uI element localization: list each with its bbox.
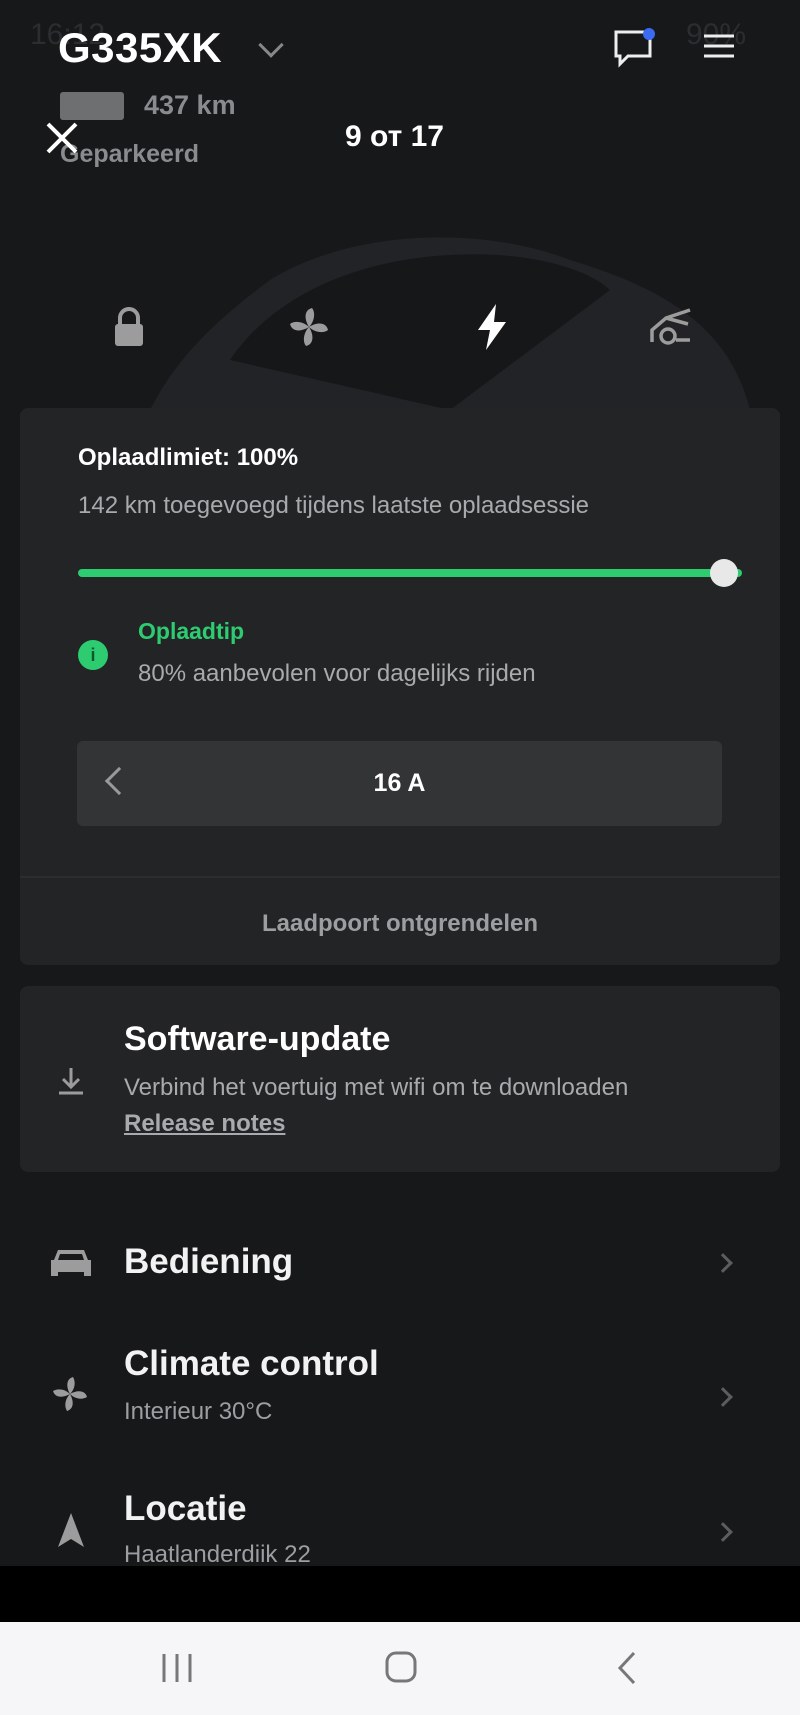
black-bar xyxy=(0,1566,800,1622)
divider xyxy=(20,876,780,878)
charging-card: Oplaadlimiet: 100% 142 km toegevoegd tij… xyxy=(20,408,780,965)
fan-icon xyxy=(53,1377,87,1411)
android-nav-bar xyxy=(0,1622,800,1715)
menu-item-subtitle: Haatlanderdiik 22 xyxy=(124,1541,311,1567)
software-text: Verbind het voertuig met wifi om te down… xyxy=(124,1074,629,1101)
back-icon[interactable] xyxy=(614,1650,640,1686)
bolt-icon[interactable] xyxy=(474,302,510,352)
menu-item-locatie[interactable]: Locatie Haatlanderdiik 22 xyxy=(0,1475,800,1567)
tip-text: 80% aanbevolen voor dagelijks rijden xyxy=(138,660,536,687)
close-icon[interactable] xyxy=(44,120,80,156)
info-icon: i xyxy=(78,640,108,670)
charge-current-value: 16 A xyxy=(373,769,426,797)
menu-item-subtitle: Interieur 30°C xyxy=(124,1398,273,1425)
download-icon xyxy=(59,1068,83,1095)
charge-current-stepper: 16 A xyxy=(77,741,722,826)
fan-icon[interactable] xyxy=(286,304,332,350)
software-update-card: Software-update Verbind het voertuig met… xyxy=(20,986,780,1172)
added-range-text: 142 km toegevoegd tijdens laatste oplaad… xyxy=(78,492,590,519)
software-title: Software-update xyxy=(124,1020,391,1058)
release-notes-link[interactable]: Release notes xyxy=(124,1110,285,1138)
viewer-counter: 9 от 17 xyxy=(345,120,444,153)
trunk-icon[interactable] xyxy=(648,306,696,350)
vehicle-state: Geparkeerd xyxy=(60,140,199,168)
menu-item-climate[interactable]: Climate control Interieur 30°C xyxy=(0,1330,800,1440)
charge-limit-label: Oplaadlimiet: 100% xyxy=(78,444,299,471)
menu-icon[interactable] xyxy=(702,32,736,60)
location-arrow-icon xyxy=(58,1513,84,1547)
chat-icon[interactable] xyxy=(612,28,656,68)
slider-handle[interactable] xyxy=(710,559,738,587)
lock-icon[interactable] xyxy=(112,306,146,348)
car-icon xyxy=(51,1250,91,1276)
chevron-down-icon[interactable] xyxy=(258,32,284,58)
menu-item-title: Locatie xyxy=(124,1489,247,1528)
tip-title: Oplaadtip xyxy=(138,618,245,644)
battery-icon xyxy=(60,92,124,120)
home-icon[interactable] xyxy=(384,1650,418,1684)
vehicle-name[interactable]: G335XK xyxy=(58,24,222,72)
menu-item-title: Climate control xyxy=(124,1344,379,1383)
menu-item-bediening[interactable]: Bediening xyxy=(0,1212,800,1312)
range-text: 437 km xyxy=(144,90,236,120)
menu-item-title: Bediening xyxy=(124,1242,294,1281)
unlock-port-button[interactable]: Laadpoort ontgrendelen xyxy=(20,910,780,938)
recent-apps-icon[interactable] xyxy=(160,1652,194,1684)
charge-limit-slider[interactable] xyxy=(78,569,742,577)
